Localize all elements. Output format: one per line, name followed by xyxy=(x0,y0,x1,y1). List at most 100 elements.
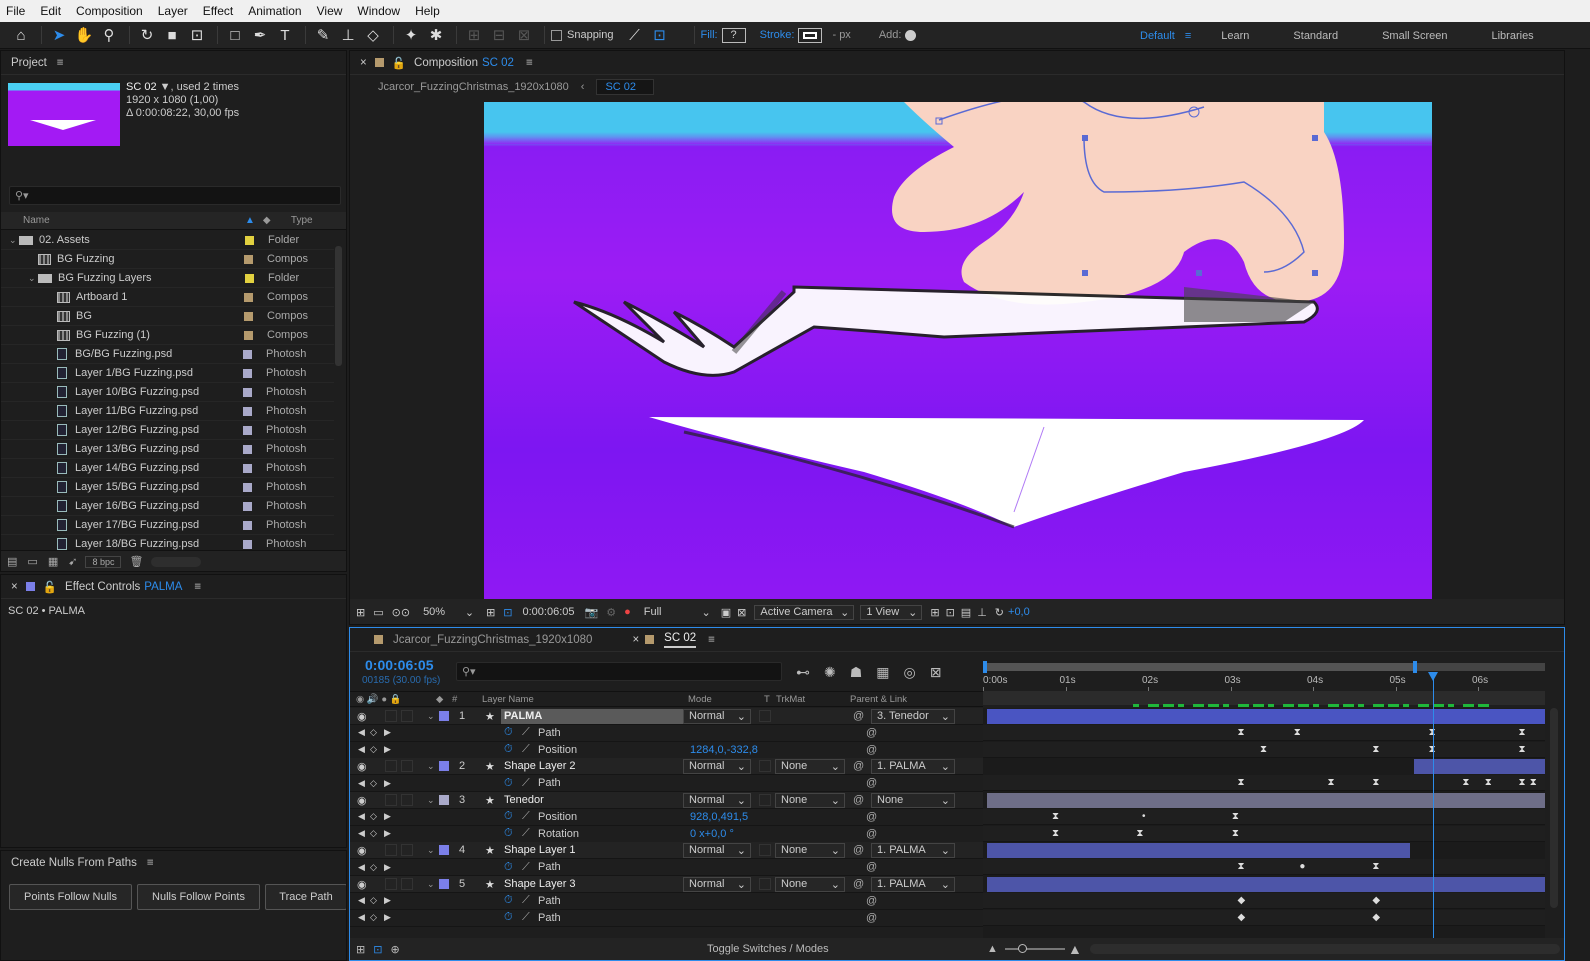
pick-whip-icon[interactable]: @ xyxy=(853,760,871,772)
layer-duration-bar[interactable] xyxy=(987,877,1545,892)
keyframe[interactable]: ⧗ xyxy=(1519,726,1526,740)
timeline-icon[interactable]: ▤ xyxy=(961,606,971,619)
layer-duration-bar[interactable] xyxy=(987,843,1411,859)
project-item[interactable]: ⌄ 02. Assets Folder xyxy=(1,231,334,250)
keyframe[interactable]: ⧗ xyxy=(1238,776,1245,790)
toggle-switches-modes[interactable]: Toggle Switches / Modes xyxy=(707,943,829,955)
project-search-input[interactable]: ⚲▾ xyxy=(9,186,341,205)
axis-icon[interactable]: ⊞ xyxy=(463,24,485,46)
column-type[interactable]: Type xyxy=(291,215,313,226)
pan-behind-tool-icon[interactable]: ⊡ xyxy=(186,24,208,46)
keyframe[interactable]: ⧗ xyxy=(1462,776,1469,790)
project-item[interactable]: Artboard 1 Compos xyxy=(1,288,334,307)
keyframe[interactable]: ⧗ xyxy=(1238,860,1245,874)
add-keyframe-icon[interactable]: ◇ xyxy=(370,811,384,822)
property-value[interactable]: 0 x+0,0 ° xyxy=(690,828,866,840)
track-matte-dropdown[interactable]: None ⌄ xyxy=(775,758,845,774)
timeline-timecode[interactable]: 0:00:06:05 xyxy=(365,657,434,673)
lock-switch[interactable] xyxy=(401,794,413,806)
col-parent[interactable]: Parent & Link xyxy=(850,694,907,705)
expression-pick-whip-icon[interactable]: @ xyxy=(866,895,877,907)
snapshot-icon[interactable]: 📷 xyxy=(585,606,599,619)
twirl-open-icon[interactable]: ⌄ xyxy=(9,235,19,246)
panel-menu-icon[interactable]: ≡ xyxy=(57,57,64,69)
menu-animation[interactable]: Animation xyxy=(248,4,301,18)
vr-icon[interactable]: ⊙⊙ xyxy=(392,606,410,619)
layer-name[interactable]: Shape Layer 2 xyxy=(501,759,683,774)
new-folder-icon[interactable]: ▭ xyxy=(27,555,37,568)
show-snapshot-icon[interactable]: ⚙ xyxy=(606,606,616,619)
next-keyframe-icon[interactable]: ▶ xyxy=(384,744,464,755)
next-keyframe-icon[interactable]: ▶ xyxy=(384,862,464,873)
lock-switch[interactable] xyxy=(401,844,413,857)
add-keyframe-icon[interactable]: ◇ xyxy=(370,828,384,839)
nulls-follow-points-button[interactable]: Nulls Follow Points xyxy=(137,884,260,910)
workspace-libraries[interactable]: Libraries xyxy=(1492,30,1534,42)
time-ruler[interactable]: 0:00s 01s 02s 03s 04s 05s 06s xyxy=(983,657,1564,707)
menu-window[interactable]: Window xyxy=(357,4,400,18)
menu-effect[interactable]: Effect xyxy=(203,4,233,18)
add-icon[interactable] xyxy=(905,29,917,41)
label-color[interactable] xyxy=(243,444,252,454)
axis-local-icon[interactable]: ⊟ xyxy=(488,24,510,46)
label-color[interactable] xyxy=(243,463,252,473)
preserve-transparency-box[interactable] xyxy=(759,760,771,773)
solo-switch[interactable] xyxy=(385,760,397,773)
selection-tool-icon[interactable]: ➤ xyxy=(48,24,70,46)
project-item[interactable]: BG Fuzzing (1) Compos xyxy=(1,326,334,345)
col-mode[interactable]: Mode xyxy=(688,694,764,705)
keyframe[interactable]: ⧗ xyxy=(1485,776,1492,790)
menu-file[interactable]: File xyxy=(6,4,25,18)
label-color[interactable] xyxy=(243,349,252,359)
project-item[interactable]: Layer 17/BG Fuzzing.psd Photosh xyxy=(1,516,334,535)
preserve-transparency-box[interactable] xyxy=(759,710,771,722)
type-tool-icon[interactable]: T xyxy=(274,24,296,46)
column-name[interactable]: Name xyxy=(23,215,245,226)
next-keyframe-icon[interactable]: ▶ xyxy=(384,912,464,923)
expression-pick-whip-icon[interactable]: @ xyxy=(866,912,877,924)
comp-info-dropdown-icon[interactable]: ▼ xyxy=(160,81,171,93)
layer-row[interactable]: ◉ ⌄ 5 ★ Shape Layer 3 Normal ⌄ None ⌄ @1. PALMA ⌄ xyxy=(350,876,983,893)
preserve-transparency-box[interactable] xyxy=(759,844,771,857)
prev-keyframe-icon[interactable]: ◀ xyxy=(358,912,370,923)
menu-view[interactable]: View xyxy=(317,4,343,18)
timeline-tracks[interactable]: ⧗⧗⧗⧗⧗⧗⧗⧗⧗⧗⧗⧗⧗⧗⧗⧗•⧗⧗⧗⧗⧗●⧗◆◆◆◆ xyxy=(983,708,1545,938)
keyframe[interactable]: ◆ xyxy=(1238,894,1246,908)
stopwatch-icon[interactable]: ⏱ xyxy=(504,894,522,907)
graph-icon[interactable]: ⟋ xyxy=(522,810,538,823)
label-color[interactable] xyxy=(244,292,253,302)
viewer-timecode[interactable]: 0:00:06:05 xyxy=(523,606,575,618)
playhead-handle[interactable] xyxy=(1427,672,1438,681)
layer-duration-bar[interactable] xyxy=(1414,759,1545,775)
workspace-default[interactable]: Default xyxy=(1140,30,1175,42)
expression-pick-whip-icon[interactable]: @ xyxy=(866,811,877,823)
roi-icon[interactable]: ▣ xyxy=(721,606,731,619)
layer-label-color[interactable] xyxy=(439,761,449,772)
panel-menu-icon[interactable]: ≡ xyxy=(526,57,533,69)
keyframe[interactable]: ⧗ xyxy=(1232,810,1239,824)
twirl-open-icon[interactable]: ⌄ xyxy=(427,761,439,772)
transparency-grid-icon[interactable]: ⊠ xyxy=(737,606,746,619)
layer-name[interactable]: Shape Layer 1 xyxy=(501,843,683,858)
panel-menu-icon[interactable]: ≡ xyxy=(708,634,715,646)
region-icon[interactable]: ⊡ xyxy=(503,606,512,619)
pick-whip-icon[interactable]: @ xyxy=(853,878,871,890)
label-color[interactable] xyxy=(245,273,254,283)
bpc-button[interactable]: 8 bpc xyxy=(85,555,122,568)
stopwatch-icon[interactable]: ⏱ xyxy=(504,827,522,840)
expand-switches-icon[interactable]: ⊞ xyxy=(356,943,365,956)
label-color[interactable] xyxy=(243,425,252,435)
project-scrollbar[interactable] xyxy=(335,246,342,366)
add-keyframe-icon[interactable]: ◇ xyxy=(370,912,384,923)
graph-icon[interactable]: ⟋ xyxy=(522,726,538,739)
layer-name[interactable]: PALMA xyxy=(501,708,683,724)
comp-crumb-parent[interactable]: Jcarcor_FuzzingChristmas_1920x1080 xyxy=(378,81,569,93)
property-row[interactable]: ◀ ◇ ▶ ⏱ ⟋ Position 928,0,491,5 @ xyxy=(350,808,983,826)
blend-mode-dropdown[interactable]: Normal ⌄ xyxy=(683,842,751,858)
property-value[interactable]: 1284,0,-332,8 xyxy=(690,744,866,756)
lock-switch[interactable] xyxy=(401,710,413,722)
zoom-out-icon[interactable]: ▲ xyxy=(987,943,998,955)
track-matte-dropdown[interactable]: None ⌄ xyxy=(775,792,845,808)
next-keyframe-icon[interactable]: ▶ xyxy=(384,778,464,789)
project-item[interactable]: BG/BG Fuzzing.psd Photosh xyxy=(1,345,334,364)
